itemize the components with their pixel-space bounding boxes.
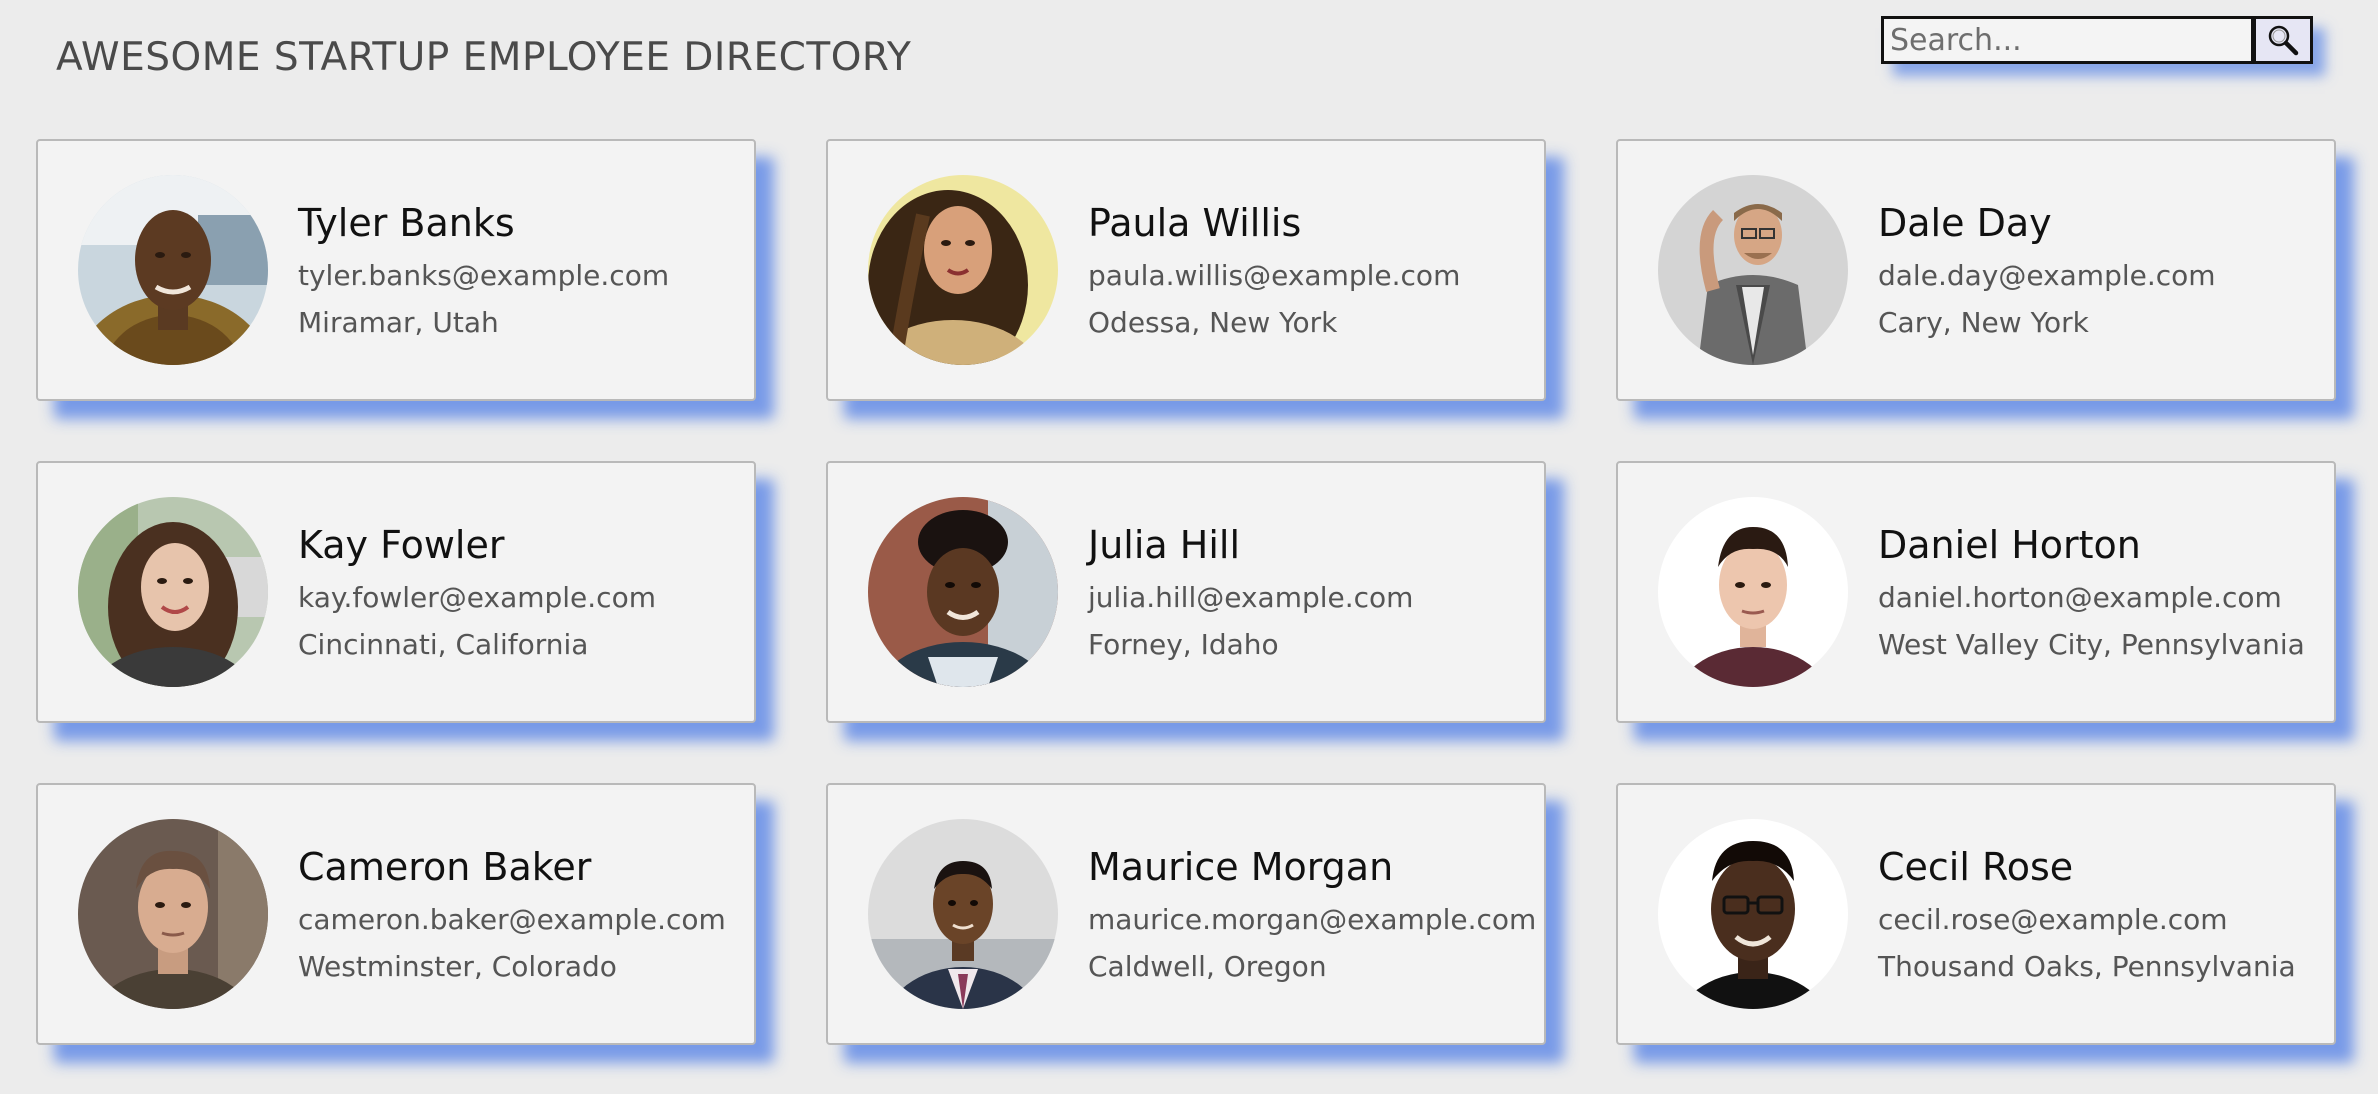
employee-avatar (868, 175, 1058, 365)
employee-avatar (1658, 819, 1848, 1009)
search-button[interactable] (2253, 16, 2313, 64)
search-form (1881, 16, 2313, 64)
employee-avatar (78, 175, 268, 365)
employee-info: Maurice Morgan maurice.morgan@example.co… (1088, 844, 1536, 985)
employee-location: Odessa, New York (1088, 305, 1338, 339)
employee-name: Cameron Baker (298, 844, 592, 889)
employee-location: Caldwell, Oregon (1088, 949, 1327, 983)
employee-email: daniel.horton@example.com (1878, 580, 2282, 614)
employee-email: kay.fowler@example.com (298, 580, 656, 614)
employee-name: Kay Fowler (298, 522, 505, 567)
employee-card[interactable]: Maurice Morgan maurice.morgan@example.co… (826, 783, 1546, 1045)
employee-avatar (78, 497, 268, 687)
employee-avatar (78, 819, 268, 1009)
employee-info: Daniel Horton daniel.horton@example.com … (1878, 522, 2305, 663)
employee-info: Kay Fowler kay.fowler@example.com Cincin… (298, 522, 656, 663)
employee-email: paula.willis@example.com (1088, 258, 1461, 292)
employee-location: West Valley City, Pennsylvania (1878, 627, 2305, 661)
employee-info: Tyler Banks tyler.banks@example.com Mira… (298, 200, 669, 341)
employee-info: Dale Day dale.day@example.com Cary, New … (1878, 200, 2216, 341)
employee-location: Thousand Oaks, Pennsylvania (1878, 949, 2296, 983)
employee-email: cecil.rose@example.com (1878, 902, 2228, 936)
employee-location: Cary, New York (1878, 305, 2089, 339)
employee-gallery: Tyler Banks tyler.banks@example.com Mira… (36, 139, 2336, 1045)
search-input[interactable] (1881, 16, 2253, 64)
employee-email: dale.day@example.com (1878, 258, 2216, 292)
employee-name: Maurice Morgan (1088, 844, 1394, 889)
employee-avatar (868, 497, 1058, 687)
employee-name: Cecil Rose (1878, 844, 2074, 889)
employee-card[interactable]: Tyler Banks tyler.banks@example.com Mira… (36, 139, 756, 401)
employee-info: Cameron Baker cameron.baker@example.com … (298, 844, 726, 985)
employee-name: Paula Willis (1088, 200, 1302, 245)
employee-card[interactable]: Cecil Rose cecil.rose@example.com Thousa… (1616, 783, 2336, 1045)
employee-email: julia.hill@example.com (1088, 580, 1414, 614)
employee-card[interactable]: Dale Day dale.day@example.com Cary, New … (1616, 139, 2336, 401)
employee-info: Julia Hill julia.hill@example.com Forney… (1088, 522, 1413, 663)
employee-avatar (1658, 175, 1848, 365)
employee-info: Paula Willis paula.willis@example.com Od… (1088, 200, 1460, 341)
employee-email: cameron.baker@example.com (298, 902, 726, 936)
employee-location: Forney, Idaho (1088, 627, 1279, 661)
employee-card[interactable]: Julia Hill julia.hill@example.com Forney… (826, 461, 1546, 723)
employee-name: Dale Day (1878, 200, 2052, 245)
employee-location: Westminster, Colorado (298, 949, 617, 983)
employee-info: Cecil Rose cecil.rose@example.com Thousa… (1878, 844, 2296, 985)
employee-card[interactable]: Cameron Baker cameron.baker@example.com … (36, 783, 756, 1045)
page-title: AWESOME STARTUP EMPLOYEE DIRECTORY (56, 35, 912, 80)
employee-email: tyler.banks@example.com (298, 258, 670, 292)
employee-card[interactable]: Paula Willis paula.willis@example.com Od… (826, 139, 1546, 401)
employee-card[interactable]: Kay Fowler kay.fowler@example.com Cincin… (36, 461, 756, 723)
employee-name: Julia Hill (1088, 522, 1241, 567)
employee-name: Tyler Banks (298, 200, 515, 245)
employee-email: maurice.morgan@example.com (1088, 902, 1537, 936)
employee-avatar (868, 819, 1058, 1009)
employee-name: Daniel Horton (1878, 522, 2141, 567)
employee-card[interactable]: Daniel Horton daniel.horton@example.com … (1616, 461, 2336, 723)
employee-location: Cincinnati, California (298, 627, 589, 661)
search-icon (2268, 25, 2299, 56)
employee-location: Miramar, Utah (298, 305, 499, 339)
employee-avatar (1658, 497, 1848, 687)
